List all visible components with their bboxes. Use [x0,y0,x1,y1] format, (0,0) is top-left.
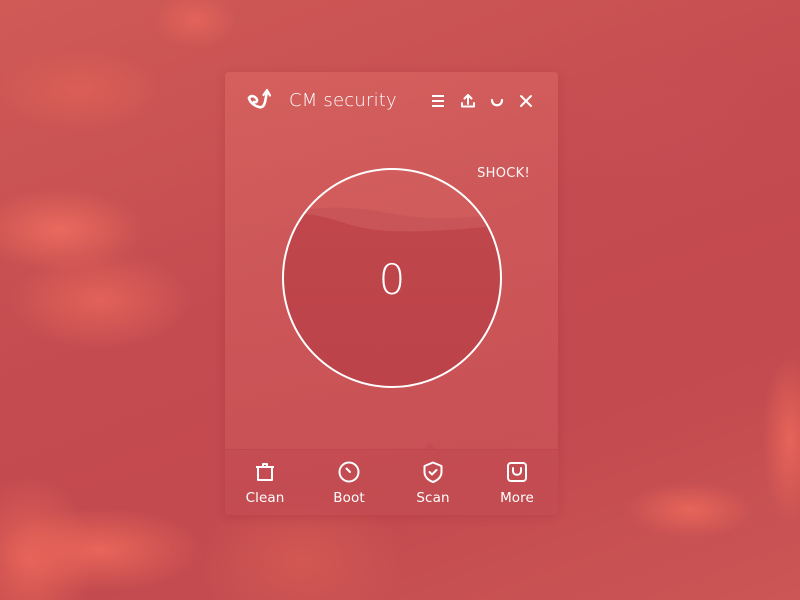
bag-icon [507,462,527,482]
cm-security-window: CM security SHOCK! 0 Clean Boot Scan Mor… [225,72,558,515]
nav-label: Clean [245,490,285,506]
trash-can-icon [256,463,274,481]
speedometer-icon [338,461,360,483]
minimize-button[interactable] [488,92,506,110]
bottom-navigation: Clean Boot Scan More [225,443,558,515]
share-button[interactable] [459,92,477,110]
nav-item-scan[interactable]: Scan [393,450,473,515]
nav-item-clean[interactable]: Clean [225,450,305,515]
nav-item-boot[interactable]: Boot [309,450,389,515]
gauge-value: 0 [378,255,406,304]
close-icon [520,95,532,107]
shield-check-icon [423,461,443,483]
nav-item-more[interactable]: More [477,450,557,515]
cm-logo-icon [245,86,275,116]
app-title: CM security [289,90,397,111]
upload-icon [461,94,475,108]
active-tab-pointer [423,443,437,450]
scan-gauge[interactable]: 0 [281,167,503,389]
hamburger-menu-icon [432,95,444,107]
title-bar[interactable]: CM security [225,72,558,130]
nav-label: More [500,490,534,506]
nav-label: Boot [333,490,365,506]
menu-button[interactable] [429,92,447,110]
nav-label: Scan [416,490,450,506]
minimize-curve-icon [490,98,504,107]
close-button[interactable] [517,92,535,110]
